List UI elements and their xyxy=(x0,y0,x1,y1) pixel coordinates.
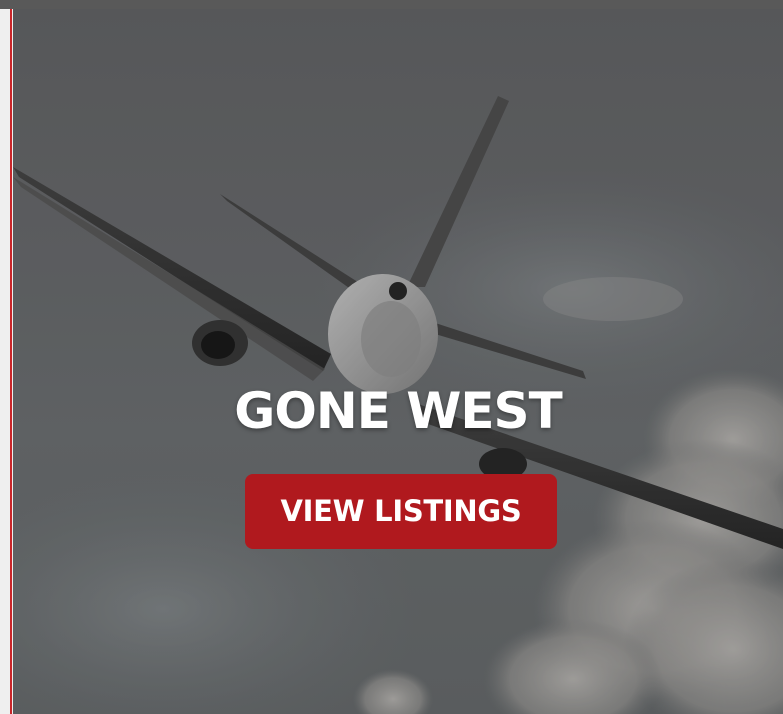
left-edge-accent-line xyxy=(10,9,12,714)
hero-title: GONE WEST xyxy=(234,382,562,440)
page-frame: GONE WEST VIEW LISTINGS xyxy=(0,0,783,714)
hero-background-image xyxy=(13,9,783,714)
hero-banner: GONE WEST VIEW LISTINGS xyxy=(13,9,783,714)
top-bar xyxy=(0,0,783,9)
view-listings-button[interactable]: VIEW LISTINGS xyxy=(245,474,557,549)
